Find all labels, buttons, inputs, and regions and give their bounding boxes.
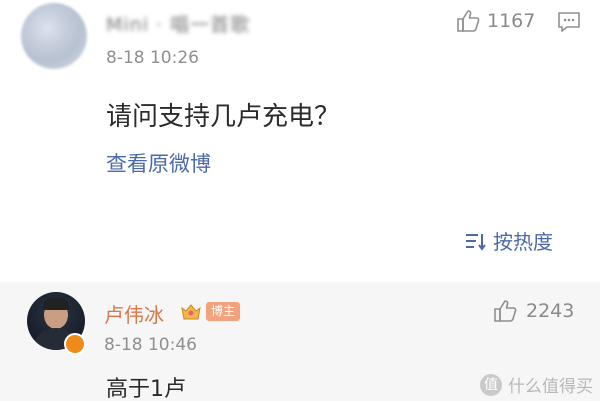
view-original-link[interactable]: 查看原微博	[106, 148, 211, 178]
blogger-badge: 博主	[206, 302, 241, 321]
comment-text: 请问支持几卢充电？	[106, 102, 341, 132]
sort-label: 按热度	[493, 230, 553, 254]
watermark-logo-icon: 值	[480, 373, 502, 396]
reply-time: 8-18 10:46	[104, 335, 197, 355]
crown-icon	[181, 304, 201, 320]
watermark-text: 什么值得买	[508, 377, 593, 397]
reply-user-name[interactable]: 卢伟冰	[104, 299, 164, 328]
reply-like-button[interactable]: 2243	[492, 298, 574, 324]
like-button[interactable]: 1167	[455, 8, 535, 34]
user-avatar[interactable]	[21, 3, 87, 69]
thumbs-up-icon	[457, 10, 480, 32]
reply-like-count: 2243	[526, 300, 575, 322]
thumbs-up-icon	[494, 300, 517, 322]
verified-badge-icon	[64, 333, 86, 355]
sort-button[interactable]: 按热度	[465, 226, 553, 255]
reply-text: 高于1卢	[106, 377, 186, 402]
like-count: 1167	[487, 10, 536, 32]
watermark: 值 什么值得买	[480, 372, 593, 397]
user-name[interactable]: Mini · 唱一首歌	[106, 10, 250, 37]
comment-icon[interactable]	[557, 11, 581, 33]
sort-icon	[466, 233, 486, 251]
comment-time: 8-18 10:26	[106, 48, 199, 68]
